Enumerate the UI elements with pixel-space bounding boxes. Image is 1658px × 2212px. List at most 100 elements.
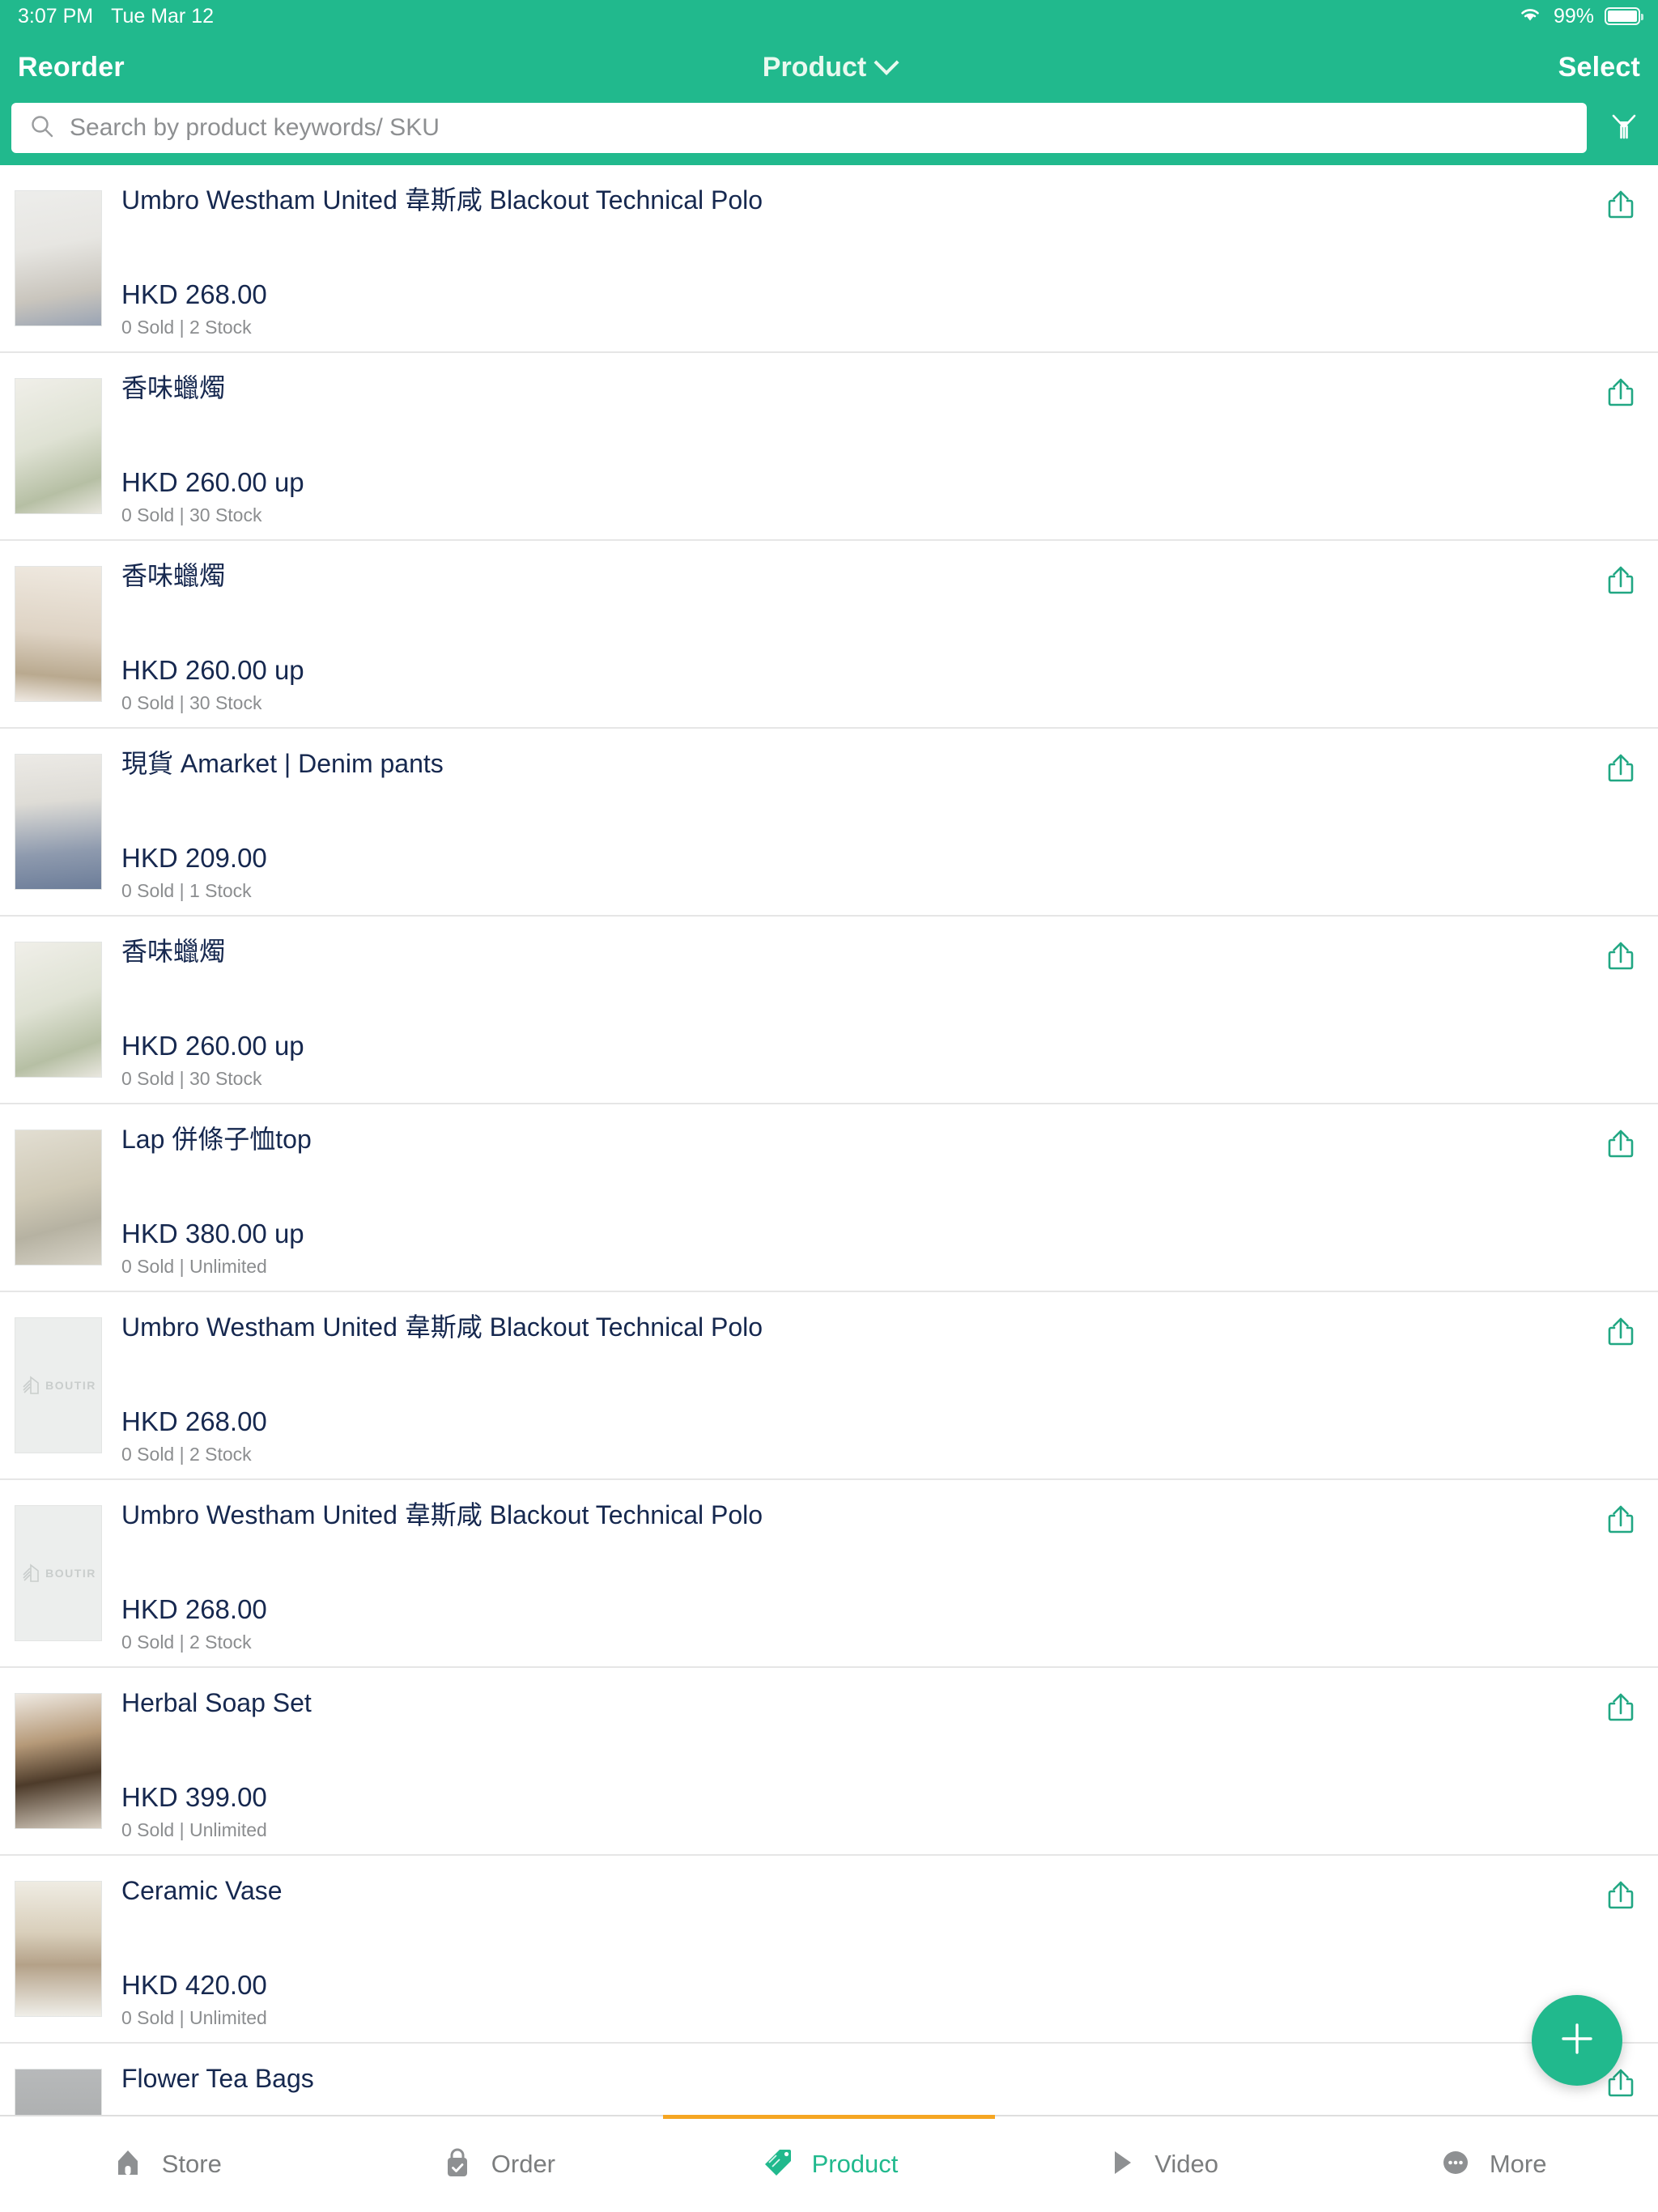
- play-icon: [1103, 2145, 1138, 2184]
- share-icon: [1602, 1689, 1639, 1730]
- add-product-button[interactable]: [1532, 1995, 1622, 2086]
- filter-icon: [1605, 108, 1643, 149]
- product-thumbnail[interactable]: [15, 942, 102, 1078]
- product-info: Herbal Soap Set HKD 399.00 0 Sold | Unlimi…: [102, 1676, 1584, 1846]
- product-thumbnail[interactable]: [15, 566, 102, 702]
- search-bar: Search by product keywords/ SKU: [0, 102, 1658, 165]
- product-thumbnail[interactable]: [15, 1129, 102, 1266]
- tab-store[interactable]: Store: [0, 2116, 332, 2212]
- search-field[interactable]: Search by product keywords/ SKU: [11, 103, 1587, 153]
- status-time: 3:07 PM: [18, 4, 94, 28]
- share-product-button[interactable]: [1584, 1300, 1658, 1470]
- tab-product[interactable]: Product: [663, 2115, 995, 2212]
- tab-label: Order: [491, 2150, 556, 2178]
- product-stock-meta: 0 Sold | 1 Stock: [121, 880, 252, 901]
- product-row[interactable]: Herbal Soap Set HKD 399.00 0 Sold | Unlimi…: [0, 1668, 1658, 1856]
- share-product-button[interactable]: [1584, 549, 1658, 719]
- product-stock-meta: 0 Sold | Unlimited: [121, 2007, 267, 2028]
- product-row[interactable]: 香味蠟燭 HKD 260.00 up 0 Sold | 30 Stock: [0, 541, 1658, 729]
- product-price: HKD 260.00 up: [121, 467, 304, 497]
- product-row[interactable]: Umbro Westham United 韋斯咸 Blackout Techni…: [0, 165, 1658, 353]
- share-product-button[interactable]: [1584, 737, 1658, 907]
- product-info: Umbro Westham United 韋斯咸 Blackout Techni…: [102, 1488, 1584, 1658]
- share-product-button[interactable]: [1584, 925, 1658, 1095]
- search-placeholder: Search by product keywords/ SKU: [70, 114, 440, 141]
- product-info: Ceramic Vase HKD 420.00 0 Sold | Unlimited: [102, 1864, 1584, 2034]
- bottom-tab-bar[interactable]: Store Order Product Video More: [0, 2115, 1658, 2212]
- product-thumbnail[interactable]: [15, 190, 102, 326]
- wifi-icon: [1517, 4, 1543, 29]
- product-title: Umbro Westham United 韋斯咸 Blackout Techni…: [121, 1312, 763, 1342]
- tab-label: Store: [161, 2150, 222, 2178]
- product-stock-meta: 0 Sold | 2 Stock: [121, 317, 252, 338]
- product-thumbnail[interactable]: [15, 378, 102, 514]
- product-info: 香味蠟燭 HKD 260.00 up 0 Sold | 30 Stock: [102, 361, 1584, 531]
- plus-icon: [1554, 2015, 1601, 2066]
- product-price: HKD 268.00: [121, 1406, 267, 1436]
- product-info: 現貨 Amarket | Denim pants HKD 209.00 0 Sold…: [102, 737, 1584, 907]
- product-title: Umbro Westham United 韋斯咸 Blackout Techni…: [121, 185, 763, 215]
- product-info: Umbro Westham United 韋斯咸 Blackout Techni…: [102, 173, 1584, 343]
- product-title: 香味蠟燭: [121, 373, 226, 402]
- reorder-button[interactable]: Reorder: [18, 52, 125, 83]
- product-info: 香味蠟燭 HKD 260.00 up 0 Sold | 30 Stock: [102, 549, 1584, 719]
- share-product-button[interactable]: [1584, 361, 1658, 531]
- product-title: 香味蠟燭: [121, 937, 226, 966]
- product-thumbnail[interactable]: [15, 2069, 102, 2115]
- product-price: HKD 260.00 up: [121, 655, 304, 685]
- product-list[interactable]: Umbro Westham United 韋斯咸 Blackout Techni…: [0, 165, 1658, 2115]
- share-product-button[interactable]: [1584, 1676, 1658, 1846]
- app-root: 3:07 PM Tue Mar 12 99% Reorder Product S…: [0, 0, 1658, 2212]
- ellipsis-icon: [1438, 2145, 1473, 2184]
- placeholder-brand: BOUTIR: [45, 1379, 96, 1392]
- product-stock-meta: 0 Sold | 30 Stock: [121, 1068, 262, 1089]
- product-row[interactable]: 香味蠟燭 HKD 260.00 up 0 Sold | 30 Stock: [0, 353, 1658, 541]
- product-thumbnail[interactable]: [15, 754, 102, 890]
- share-icon: [1602, 1313, 1639, 1355]
- share-product-button[interactable]: [1584, 1112, 1658, 1283]
- share-icon: [1602, 1877, 1639, 1918]
- product-price: HKD 268.00: [121, 279, 267, 309]
- product-row[interactable]: Lap 併條子恤top HKD 380.00 up 0 Sold | Unlimit…: [0, 1104, 1658, 1292]
- product-thumbnail[interactable]: [15, 1881, 102, 2017]
- tag-icon: [760, 2145, 796, 2184]
- product-row[interactable]: 現貨 Amarket | Denim pants HKD 209.00 0 Sold…: [0, 729, 1658, 917]
- page-title-dropdown[interactable]: Product: [0, 32, 1658, 102]
- status-date: Tue Mar 12: [111, 4, 215, 28]
- product-title: Lap 併條子恤top: [121, 1125, 312, 1154]
- product-row[interactable]: Flower Tea Bags: [0, 2044, 1658, 2115]
- status-bar-left: 3:07 PM Tue Mar 12: [18, 5, 214, 28]
- share-product-button[interactable]: [1584, 1488, 1658, 1658]
- product-price: HKD 260.00 up: [121, 1031, 304, 1061]
- product-thumbnail[interactable]: BOUTIR: [15, 1505, 102, 1641]
- product-thumbnail[interactable]: [15, 1693, 102, 1829]
- product-row[interactable]: BOUTIR Umbro Westham United 韋斯咸 Blackout …: [0, 1480, 1658, 1668]
- share-icon: [1602, 750, 1639, 791]
- battery-percent: 99%: [1553, 4, 1594, 28]
- tab-order[interactable]: Order: [332, 2116, 664, 2212]
- product-title: Herbal Soap Set: [121, 1688, 312, 1717]
- active-tab-indicator: [663, 2115, 995, 2119]
- product-stock-meta: 0 Sold | 30 Stock: [121, 504, 262, 525]
- product-price: HKD 209.00: [121, 843, 267, 873]
- tab-label: More: [1489, 2150, 1547, 2178]
- share-icon: [1602, 938, 1639, 979]
- product-stock-meta: 0 Sold | Unlimited: [121, 1819, 267, 1840]
- share-icon: [1602, 186, 1639, 228]
- product-stock-meta: 0 Sold | 2 Stock: [121, 1444, 252, 1465]
- share-product-button[interactable]: [1584, 173, 1658, 343]
- tab-video[interactable]: Video: [995, 2116, 1327, 2212]
- tab-more[interactable]: More: [1326, 2116, 1658, 2212]
- product-row[interactable]: 香味蠟燭 HKD 260.00 up 0 Sold | 30 Stock: [0, 917, 1658, 1104]
- filter-button[interactable]: [1601, 108, 1647, 149]
- product-price: HKD 420.00: [121, 1970, 267, 2000]
- product-thumbnail[interactable]: BOUTIR: [15, 1317, 102, 1453]
- battery-icon: [1605, 7, 1643, 25]
- tab-label: Video: [1154, 2150, 1218, 2178]
- product-row[interactable]: BOUTIR Umbro Westham United 韋斯咸 Blackout …: [0, 1292, 1658, 1480]
- share-icon: [1602, 374, 1639, 415]
- product-price: HKD 268.00: [121, 1594, 267, 1624]
- product-row[interactable]: Ceramic Vase HKD 420.00 0 Sold | Unlimited: [0, 1856, 1658, 2044]
- select-button[interactable]: Select: [1558, 52, 1640, 83]
- bag-check-icon: [440, 2145, 475, 2184]
